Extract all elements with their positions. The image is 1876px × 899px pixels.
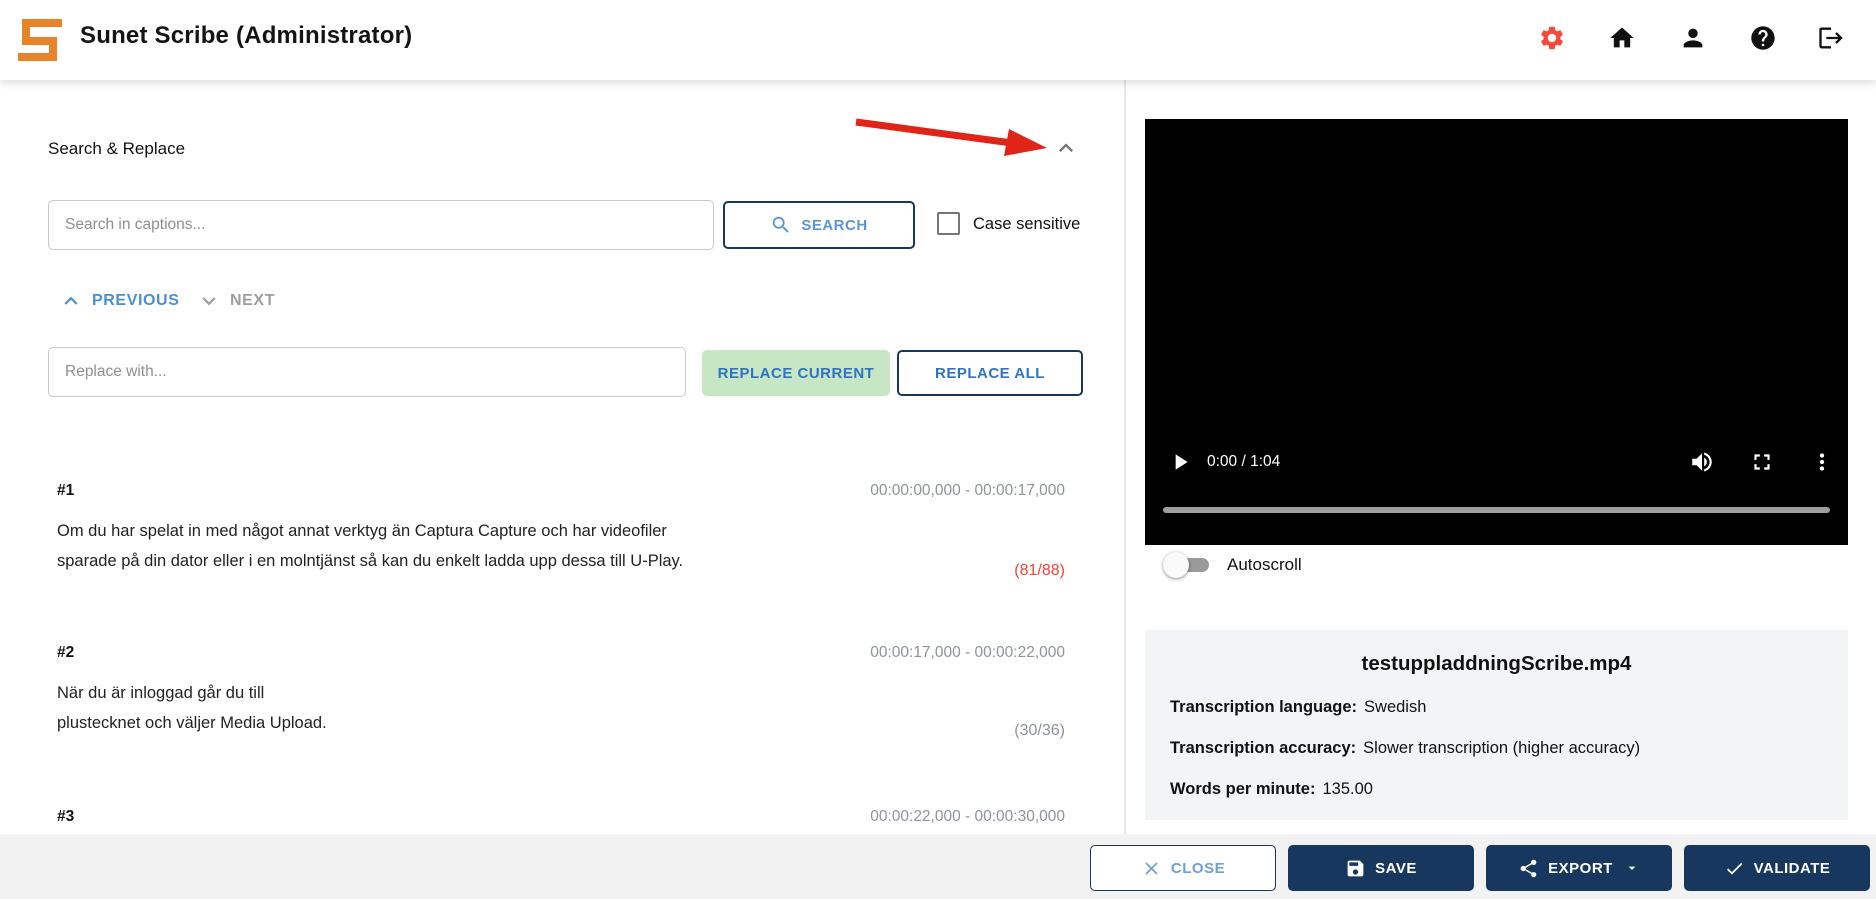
save-button[interactable]: SAVE	[1288, 845, 1474, 891]
close-button[interactable]: CLOSE	[1090, 845, 1276, 891]
video-time: 0:00 / 1:04	[1207, 453, 1280, 471]
file-name: testuppladdningScribe.mp4	[1145, 652, 1848, 676]
caption-char-count: (30/36)	[1014, 722, 1065, 740]
video-progress-bar[interactable]	[1163, 507, 1830, 513]
close-icon	[1141, 858, 1162, 879]
search-button-label: SEARCH	[801, 217, 867, 234]
search-replace-title: Search & Replace	[48, 139, 185, 159]
previous-match-button[interactable]: PREVIOUS	[58, 286, 180, 316]
search-input[interactable]	[48, 200, 714, 250]
caption-text[interactable]: Om du har spelat in med något annat verk…	[57, 516, 1065, 576]
caption-number: #1	[57, 482, 74, 500]
chevron-down-icon	[196, 288, 222, 314]
fullscreen-icon[interactable]	[1749, 449, 1775, 478]
export-button[interactable]: EXPORT	[1486, 845, 1672, 891]
collapse-panel-chevron-up-icon[interactable]	[1050, 133, 1082, 165]
replace-input[interactable]	[48, 347, 686, 397]
info-row: Transcription language:Swedish	[1170, 698, 1848, 717]
case-sensitive-checkbox[interactable]	[937, 212, 960, 235]
more-options-icon[interactable]	[1809, 449, 1835, 478]
search-button[interactable]: SEARCH	[723, 201, 915, 249]
play-icon[interactable]	[1167, 449, 1193, 478]
search-icon	[770, 214, 792, 236]
share-icon	[1518, 858, 1539, 879]
video-player[interactable]: 0:00 / 1:04	[1145, 119, 1848, 545]
account-icon[interactable]	[1675, 20, 1711, 56]
footer-bar: CLOSE SAVE EXPORT VALIDATE	[0, 834, 1876, 899]
caption-text[interactable]: När du är inloggad går du till plusteckn…	[57, 678, 1065, 738]
panel-divider	[1124, 80, 1126, 899]
validate-button[interactable]: VALIDATE	[1684, 845, 1870, 891]
check-icon	[1724, 858, 1745, 879]
case-sensitive-label: Case sensitive	[973, 215, 1080, 234]
next-match-button[interactable]: NEXT	[196, 286, 275, 316]
caption-item[interactable]: #3 00:00:22,000 - 00:00:30,000	[57, 808, 1065, 826]
logout-icon[interactable]	[1813, 20, 1849, 56]
caption-number: #2	[57, 644, 74, 662]
autoscroll-label: Autoscroll	[1227, 555, 1302, 575]
chevron-up-icon	[58, 288, 84, 314]
autoscroll-toggle[interactable]	[1163, 552, 1211, 578]
caption-timestamp: 00:00:22,000 - 00:00:30,000	[870, 808, 1065, 826]
info-row: Transcription accuracy:Slower transcript…	[1170, 739, 1848, 758]
home-icon[interactable]	[1604, 20, 1640, 56]
replace-all-button[interactable]: REPLACE ALL	[897, 350, 1083, 396]
caption-number: #3	[57, 808, 74, 826]
caption-timestamp: 00:00:17,000 - 00:00:22,000	[870, 644, 1065, 662]
next-label: NEXT	[230, 292, 275, 310]
app-header: Sunet Scribe (Administrator)	[0, 0, 1876, 80]
annotation-arrow	[846, 110, 1058, 162]
dropdown-caret-icon	[1624, 860, 1640, 876]
caption-item[interactable]: #1 00:00:00,000 - 00:00:17,000 Om du har…	[57, 482, 1065, 576]
replace-current-button[interactable]: REPLACE CURRENT	[702, 350, 890, 396]
app-title: Sunet Scribe (Administrator)	[80, 22, 412, 50]
volume-icon[interactable]	[1689, 449, 1715, 478]
caption-char-count: (81/88)	[1014, 562, 1065, 580]
help-icon[interactable]	[1745, 20, 1781, 56]
caption-item[interactable]: #2 00:00:17,000 - 00:00:22,000 När du är…	[57, 644, 1065, 738]
save-icon	[1345, 858, 1366, 879]
caption-timestamp: 00:00:00,000 - 00:00:17,000	[870, 482, 1065, 500]
previous-label: PREVIOUS	[92, 292, 180, 310]
settings-icon[interactable]	[1534, 20, 1570, 56]
info-row: Words per minute:135.00	[1170, 780, 1848, 799]
app-logo-icon	[16, 15, 64, 63]
file-info-panel: testuppladdningScribe.mp4 Transcription …	[1145, 630, 1848, 820]
